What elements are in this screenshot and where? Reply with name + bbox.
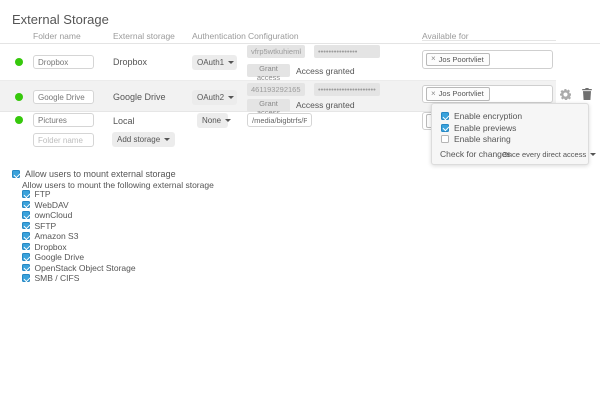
- backend-label: Google Drive: [35, 252, 85, 262]
- authentication-select[interactable]: OAuth2: [192, 90, 237, 105]
- allow-mount-checkbox[interactable]: [12, 170, 20, 178]
- popup-option-encryption[interactable]: Enable encryption: [441, 111, 522, 121]
- table-header-divider: [0, 43, 600, 44]
- backend-checkbox[interactable]: [22, 264, 30, 272]
- status-dot: [15, 58, 23, 66]
- backend-label: WebDAV: [35, 200, 69, 210]
- client-secret-input[interactable]: [314, 45, 380, 58]
- popup-option-sharing[interactable]: Enable sharing: [441, 134, 511, 144]
- available-for-underline: [422, 40, 556, 41]
- new-folder-name-input[interactable]: [33, 133, 94, 147]
- chevron-down-icon: [228, 96, 234, 99]
- add-storage-select[interactable]: Add storage: [112, 132, 175, 147]
- backend-checkbox[interactable]: [22, 232, 30, 240]
- chevron-down-icon: [225, 119, 231, 122]
- enable-previews-label: Enable previews: [454, 123, 516, 133]
- user-chip: × Jos Poortvliet: [426, 87, 490, 101]
- authentication-select-value: OAuth2: [197, 93, 224, 102]
- column-header-external-storage: External storage: [113, 31, 175, 41]
- external-storage-admin-page: External Storage Folder name External st…: [0, 0, 600, 400]
- storage-settings-popup: Enable encryption Enable previews Enable…: [431, 103, 589, 165]
- backend-checkbox[interactable]: [22, 211, 30, 219]
- popup-option-previews[interactable]: Enable previews: [441, 123, 516, 133]
- backend-checkbox[interactable]: [22, 253, 30, 261]
- backend-label: Dropbox: [113, 57, 147, 67]
- backend-checkbox[interactable]: [22, 243, 30, 251]
- enable-previews-checkbox[interactable]: [441, 124, 449, 132]
- enable-sharing-checkbox[interactable]: [441, 135, 449, 143]
- backend-option-dropbox[interactable]: Dropbox: [22, 242, 67, 252]
- access-granted-status: Access granted: [296, 66, 355, 76]
- authentication-select-value: None: [202, 116, 221, 125]
- backend-label: SMB / CIFS: [35, 273, 80, 283]
- column-header-configuration: Configuration: [248, 31, 299, 41]
- row-divider: [0, 80, 556, 81]
- authentication-select[interactable]: None: [197, 113, 228, 128]
- backend-label: OpenStack Object Storage: [35, 263, 136, 273]
- backend-label: SFTP: [35, 221, 57, 231]
- user-chip-label: Jos Poortvliet: [439, 55, 484, 64]
- authentication-select[interactable]: OAuth1: [192, 55, 237, 70]
- add-storage-select-value: Add storage: [117, 135, 160, 144]
- column-header-authentication: Authentication: [192, 31, 246, 41]
- backend-checkbox[interactable]: [22, 274, 30, 282]
- chevron-down-icon: [590, 153, 596, 156]
- enable-encryption-label: Enable encryption: [454, 111, 522, 121]
- enable-encryption-checkbox[interactable]: [441, 112, 449, 120]
- grant-access-button[interactable]: Grant access: [247, 99, 290, 112]
- trash-icon[interactable]: [582, 88, 592, 100]
- backend-checkbox[interactable]: [22, 222, 30, 230]
- available-for-input[interactable]: × Jos Poortvliet: [422, 85, 553, 103]
- available-for-input[interactable]: × Jos Poortvliet: [422, 50, 553, 69]
- grant-access-button[interactable]: Grant access: [247, 64, 290, 77]
- client-secret-input[interactable]: [314, 83, 380, 96]
- access-granted-status: Access granted: [296, 100, 355, 110]
- remove-user-icon[interactable]: ×: [431, 55, 436, 63]
- backend-checkbox[interactable]: [22, 190, 30, 198]
- chevron-down-icon: [228, 61, 234, 64]
- allow-mount-option[interactable]: Allow users to mount external storage: [12, 169, 176, 179]
- enable-sharing-label: Enable sharing: [454, 134, 511, 144]
- backend-label: Dropbox: [35, 242, 67, 252]
- backend-checkbox[interactable]: [22, 201, 30, 209]
- remove-user-icon[interactable]: ×: [431, 90, 436, 98]
- authentication-select-value: OAuth1: [197, 58, 224, 67]
- backend-label: FTP: [35, 189, 51, 199]
- client-id-input[interactable]: [247, 83, 305, 96]
- backend-option-webdav[interactable]: WebDAV: [22, 200, 69, 210]
- status-dot: [15, 93, 23, 101]
- folder-name-input[interactable]: [33, 55, 94, 69]
- backend-option-openstack[interactable]: OpenStack Object Storage: [22, 263, 136, 273]
- backend-label: Amazon S3: [35, 231, 79, 241]
- location-input[interactable]: [247, 113, 312, 127]
- user-chip-label: Jos Poortvliet: [439, 89, 484, 98]
- page-title: External Storage: [12, 12, 109, 27]
- backend-option-google-drive[interactable]: Google Drive: [22, 252, 84, 262]
- user-chip: × Jos Poortvliet: [426, 53, 490, 67]
- check-for-changes-select[interactable]: Once every direct access: [502, 150, 596, 159]
- backend-option-sftp[interactable]: SFTP: [22, 221, 56, 231]
- allow-mount-label: Allow users to mount external storage: [25, 169, 176, 179]
- column-header-folder-name: Folder name: [33, 31, 81, 41]
- backend-option-owncloud[interactable]: ownCloud: [22, 210, 72, 220]
- folder-name-input[interactable]: [33, 113, 94, 127]
- backend-label: Local: [113, 116, 135, 126]
- backend-option-smb-cifs[interactable]: SMB / CIFS: [22, 273, 79, 283]
- folder-name-input[interactable]: [33, 90, 94, 104]
- gear-icon[interactable]: [560, 89, 571, 100]
- backend-option-amazon-s3[interactable]: Amazon S3: [22, 231, 78, 241]
- backend-label: Google Drive: [113, 92, 166, 102]
- backend-option-ftp[interactable]: FTP: [22, 189, 51, 199]
- check-for-changes-label: Check for changes: [440, 149, 511, 159]
- status-dot: [15, 116, 23, 124]
- client-id-input[interactable]: [247, 45, 305, 58]
- chevron-down-icon: [164, 138, 170, 141]
- check-for-changes-value: Once every direct access: [502, 150, 586, 159]
- backend-label: ownCloud: [35, 210, 73, 220]
